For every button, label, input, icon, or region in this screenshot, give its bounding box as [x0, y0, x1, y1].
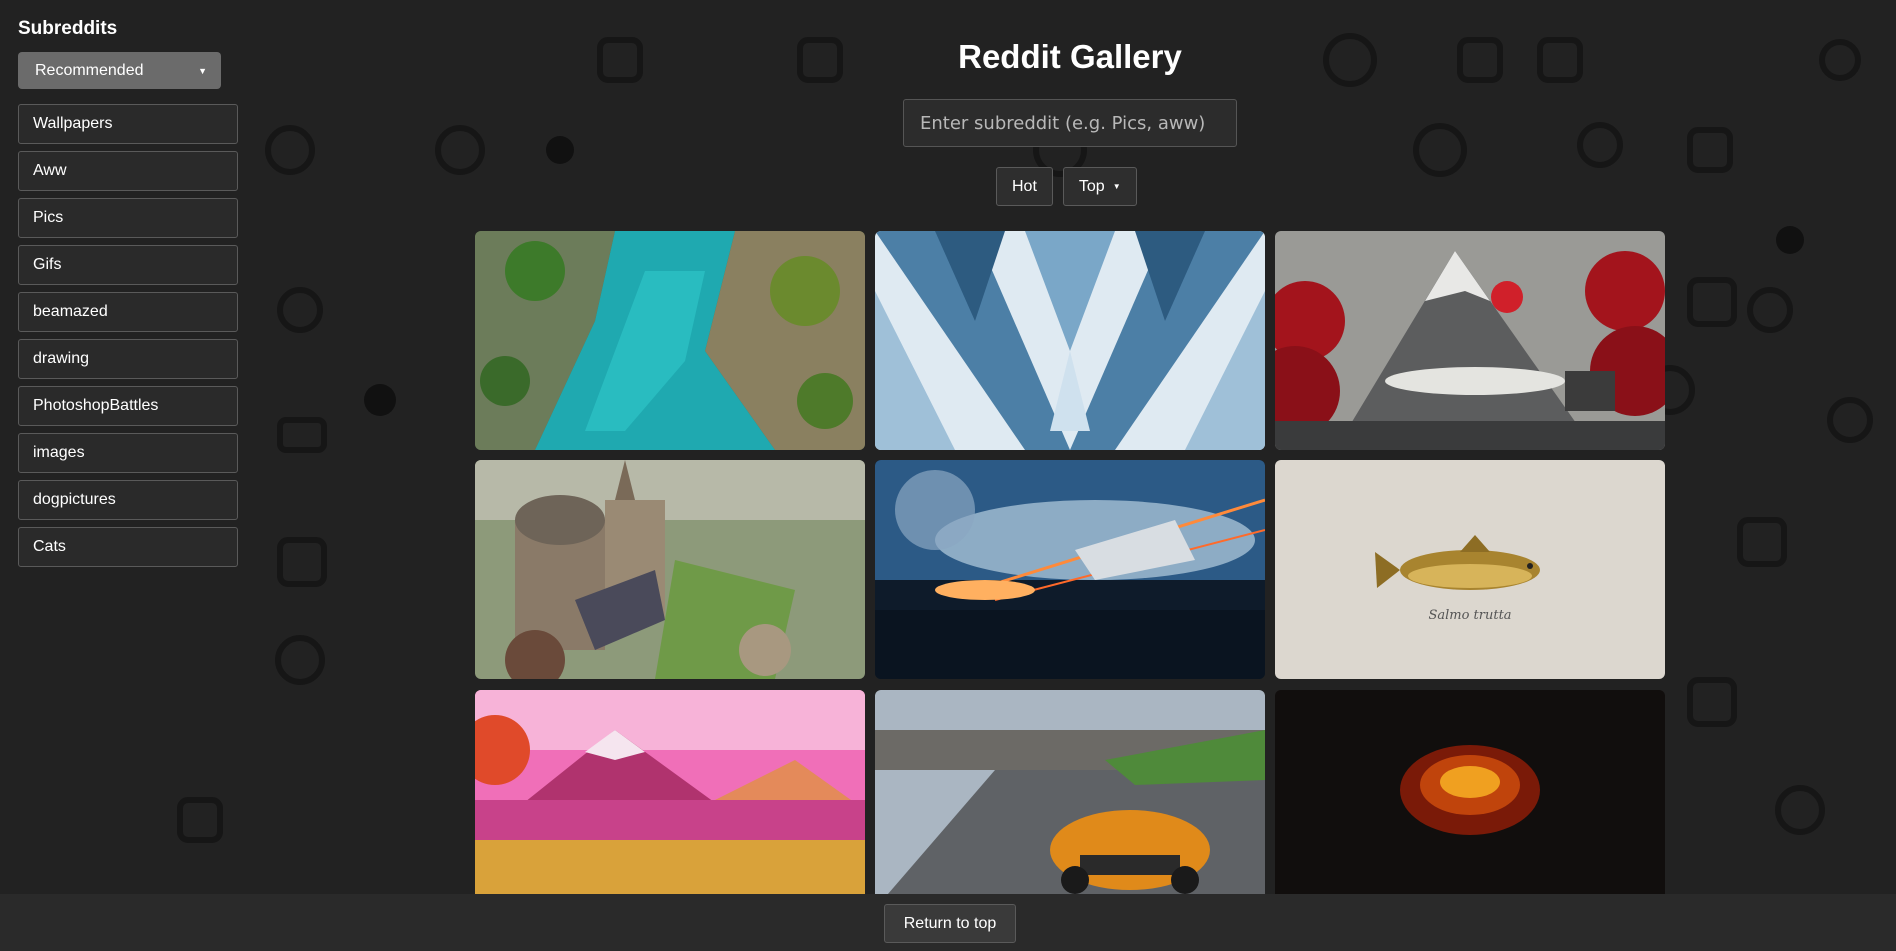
- sidebar-item-gifs[interactable]: Gifs: [18, 245, 238, 285]
- canyon-river-image: [475, 231, 865, 450]
- page-title: Reddit Gallery: [958, 38, 1182, 75]
- sidebar-item-dogpictures[interactable]: dogpictures: [18, 480, 238, 520]
- sidebar-item-label: beamazed: [33, 303, 108, 320]
- image-gallery: Salmo trutta: [475, 231, 1665, 894]
- sidebar-item-wallpapers[interactable]: Wallpapers: [18, 104, 238, 144]
- fantasy-castle-image: [475, 460, 865, 679]
- sidebar-item-label: Cats: [33, 538, 66, 555]
- red-sun-mountain-image: [1275, 231, 1665, 450]
- sidebar-item-label: Gifs: [33, 256, 62, 273]
- subreddit-search-input[interactable]: [903, 99, 1237, 147]
- gallery-image[interactable]: [875, 460, 1265, 679]
- gallery-image[interactable]: Salmo trutta: [1275, 460, 1665, 679]
- top-label: Top: [1078, 177, 1105, 195]
- gallery-image[interactable]: [875, 231, 1265, 450]
- gallery-image[interactable]: [475, 460, 865, 679]
- space-battle-image: [875, 460, 1265, 679]
- sidebar-item-aww[interactable]: Aww: [18, 151, 238, 191]
- chevron-down-icon: ▼: [1112, 182, 1121, 191]
- hot-button[interactable]: Hot: [996, 167, 1053, 206]
- hot-label: Hot: [1012, 177, 1037, 195]
- top-dropdown-button[interactable]: Top ▼: [1062, 167, 1137, 206]
- gallery-image[interactable]: [475, 231, 865, 450]
- search-container: [903, 99, 1237, 147]
- gallery-image[interactable]: [1275, 231, 1665, 450]
- sidebar-item-photoshopbattles[interactable]: PhotoshopBattles: [18, 386, 238, 426]
- sidebar: Subreddits Recommended ▼ Wallpapers Aww …: [18, 18, 238, 574]
- gallery-image[interactable]: [475, 690, 865, 894]
- return-to-top-button[interactable]: Return to top: [884, 904, 1016, 943]
- pink-mountain-image: [475, 690, 865, 894]
- sidebar-item-label: PhotoshopBattles: [33, 397, 159, 414]
- sidebar-item-images[interactable]: images: [18, 433, 238, 473]
- sidebar-item-cats[interactable]: Cats: [18, 527, 238, 567]
- sort-controls: Hot Top ▼: [996, 167, 1137, 206]
- sidebar-item-pics[interactable]: Pics: [18, 198, 238, 238]
- sidebar-item-beamazed[interactable]: beamazed: [18, 292, 238, 332]
- sidebar-item-label: Wallpapers: [33, 115, 113, 132]
- sports-car-image: [875, 690, 1265, 894]
- sidebar-item-label: dogpictures: [33, 491, 116, 508]
- trout-illustration-image: [1275, 460, 1665, 679]
- sidebar-title: Subreddits: [18, 18, 118, 39]
- sidebar-item-drawing[interactable]: drawing: [18, 339, 238, 379]
- image-caption: Salmo trutta: [1428, 608, 1512, 623]
- sidebar-item-label: Aww: [33, 162, 67, 179]
- crystal-geometric-image: [875, 231, 1265, 450]
- sidebar-item-label: drawing: [33, 350, 90, 367]
- fire-art-image: [1275, 690, 1665, 894]
- gallery-image[interactable]: [1275, 690, 1665, 894]
- sidebar-item-label: Pics: [33, 209, 64, 226]
- return-label: Return to top: [903, 914, 997, 932]
- sidebar-item-label: images: [33, 444, 85, 461]
- gallery-image[interactable]: [875, 690, 1265, 894]
